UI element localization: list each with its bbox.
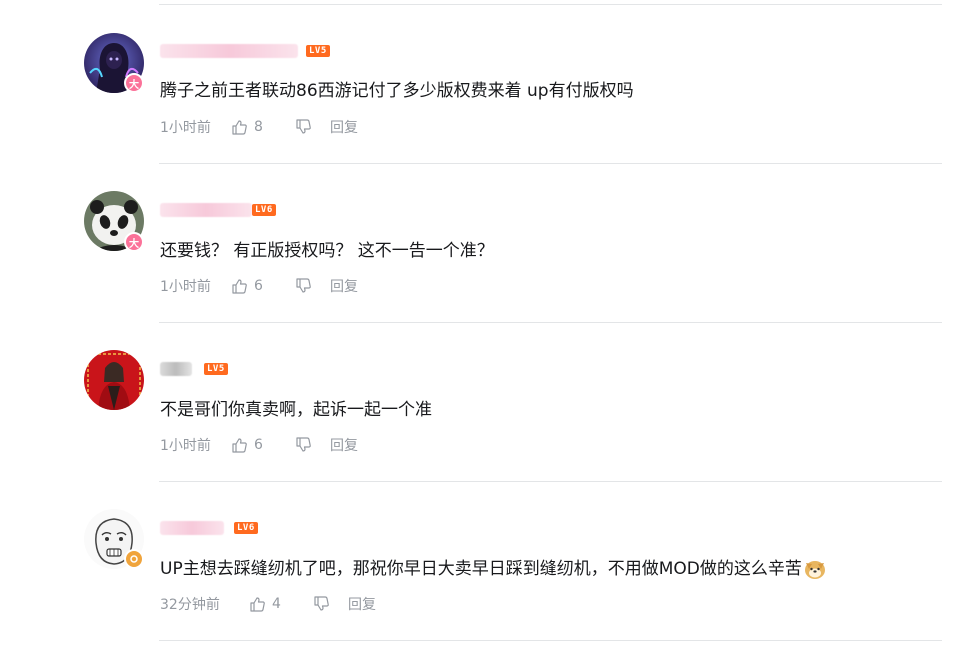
reply-button[interactable]: 回复: [330, 276, 358, 296]
comment-divider: [159, 163, 942, 164]
vip-badge: 大: [124, 73, 144, 93]
avatar[interactable]: [84, 350, 144, 410]
username-blurred[interactable]: [160, 362, 192, 376]
doge-emoji-icon: [803, 558, 827, 580]
username-blurred[interactable]: [160, 203, 252, 217]
reply-button[interactable]: 回复: [330, 435, 358, 455]
comment-meta: 1小时前 8 回复: [160, 117, 358, 137]
comment-time: 1小时前: [160, 120, 211, 136]
like-count: 6: [254, 437, 263, 453]
comment-divider: [159, 640, 942, 641]
like-count: 8: [254, 119, 263, 135]
thumb-down-icon[interactable]: [312, 595, 330, 613]
level-badge: LV6: [252, 204, 276, 216]
thumb-up-icon[interactable]: [248, 595, 266, 613]
comment-text: 还要钱？ 有正版授权吗？ 这不一告一个准？: [160, 241, 494, 261]
vip-badge: 大: [124, 232, 144, 252]
comment-time: 32分钟前: [160, 597, 220, 613]
thumb-down-icon[interactable]: [294, 436, 312, 454]
like-count: 4: [272, 596, 281, 612]
comment-text: 腾子之前王者联动86西游记付了多少版权费来着 up有付版权吗: [160, 81, 634, 101]
red-poster-avatar: [84, 350, 144, 410]
top-divider: [159, 4, 942, 5]
reply-button[interactable]: 回复: [330, 117, 358, 137]
comment-text-body: UP主想去踩缝纫机了吧，那祝你早日大卖早日踩到缝纫机，不用做MOD做的这么辛苦: [160, 559, 802, 579]
comment-text: UP主想去踩缝纫机了吧，那祝你早日大卖早日踩到缝纫机，不用做MOD做的这么辛苦: [160, 558, 827, 580]
username-blurred[interactable]: [160, 44, 298, 58]
level-badge: LV5: [306, 45, 330, 57]
reply-button[interactable]: 回复: [348, 594, 376, 614]
thumb-up-icon[interactable]: [230, 277, 248, 295]
level-badge: LV5: [204, 363, 228, 375]
comment-divider: [159, 481, 942, 482]
gold-badge-icon: [124, 549, 144, 569]
thumb-up-icon[interactable]: [230, 436, 248, 454]
comment-time: 1小时前: [160, 438, 211, 454]
comment-meta: 1小时前 6 回复: [160, 435, 358, 455]
thumb-down-icon[interactable]: [294, 118, 312, 136]
comment-meta: 32分钟前 4 回复: [160, 594, 376, 614]
level-badge: LV6: [234, 522, 258, 534]
thumb-down-icon[interactable]: [294, 277, 312, 295]
like-count: 6: [254, 278, 263, 294]
comment-meta: 1小时前 6 回复: [160, 276, 358, 296]
comment-time: 1小时前: [160, 279, 211, 295]
comment-divider: [159, 322, 942, 323]
thumb-up-icon[interactable]: [230, 118, 248, 136]
username-blurred[interactable]: [160, 521, 224, 535]
comment-text: 不是哥们你真卖啊，起诉一起一个准: [160, 400, 432, 420]
